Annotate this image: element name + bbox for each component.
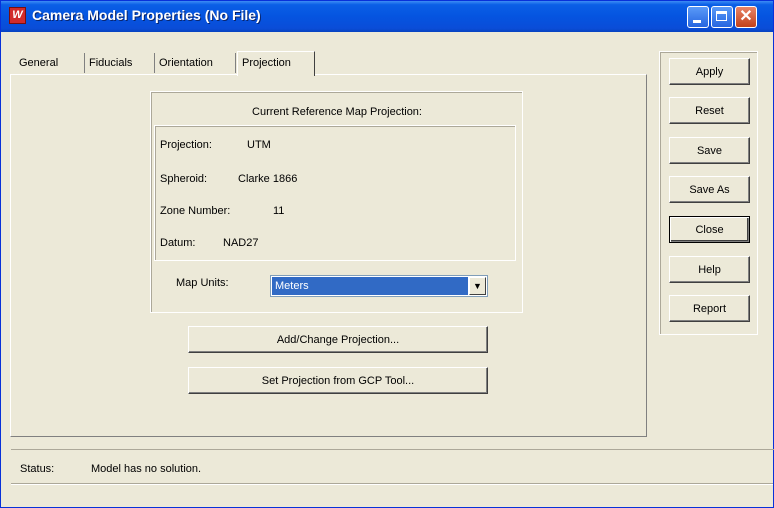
zone-number-label: Zone Number:	[160, 205, 231, 217]
map-units-label: Map Units:	[176, 277, 229, 289]
apply-button[interactable]: Apply	[669, 58, 750, 85]
datum-label: Datum:	[160, 237, 196, 249]
close-icon: ✕	[739, 8, 753, 25]
spheroid-value: Clarke 1866	[238, 173, 298, 185]
close-button[interactable]: Close	[669, 216, 750, 243]
report-button[interactable]: Report	[669, 295, 750, 322]
add-change-projection-button[interactable]: Add/Change Projection...	[188, 326, 488, 353]
tab-fiducials[interactable]: Fiducials	[85, 53, 155, 73]
set-projection-from-gcp-button[interactable]: Set Projection from GCP Tool...	[188, 367, 488, 394]
chevron-down-icon[interactable]: ▼	[469, 277, 486, 295]
projection-value: UTM	[247, 139, 271, 151]
map-units-selected-value: Meters	[272, 277, 468, 295]
camera-model-properties-window: W Camera Model Properties (No File) ✕ Ge…	[0, 0, 774, 508]
title-bar[interactable]: W Camera Model Properties (No File) ✕	[1, 1, 773, 32]
map-units-select[interactable]: Meters ▼	[270, 275, 488, 297]
help-button[interactable]: Help	[669, 256, 750, 283]
tab-general[interactable]: General	[15, 53, 85, 73]
minimize-icon	[693, 20, 701, 23]
zone-number-value: 11	[273, 205, 285, 217]
datum-value: NAD27	[223, 237, 259, 249]
tab-orientation[interactable]: Orientation	[155, 53, 236, 73]
status-label: Status:	[20, 463, 55, 475]
save-as-button[interactable]: Save As	[669, 176, 750, 203]
bottom-bar	[11, 483, 773, 507]
minimize-button[interactable]	[687, 6, 709, 28]
app-icon: W	[9, 7, 26, 24]
status-separator	[11, 449, 774, 450]
spheroid-label: Spheroid:	[160, 173, 208, 185]
maximize-icon	[716, 11, 727, 21]
status-text: Model has no solution.	[91, 463, 202, 475]
projection-label: Projection:	[160, 139, 212, 151]
save-button[interactable]: Save	[669, 137, 750, 164]
maximize-button[interactable]	[711, 6, 733, 28]
window-title: Camera Model Properties (No File)	[32, 7, 261, 23]
reset-button[interactable]: Reset	[669, 97, 750, 124]
group-title: Current Reference Map Projection:	[252, 106, 422, 118]
close-window-button[interactable]: ✕	[735, 6, 757, 28]
tab-projection[interactable]: Projection	[237, 51, 315, 76]
